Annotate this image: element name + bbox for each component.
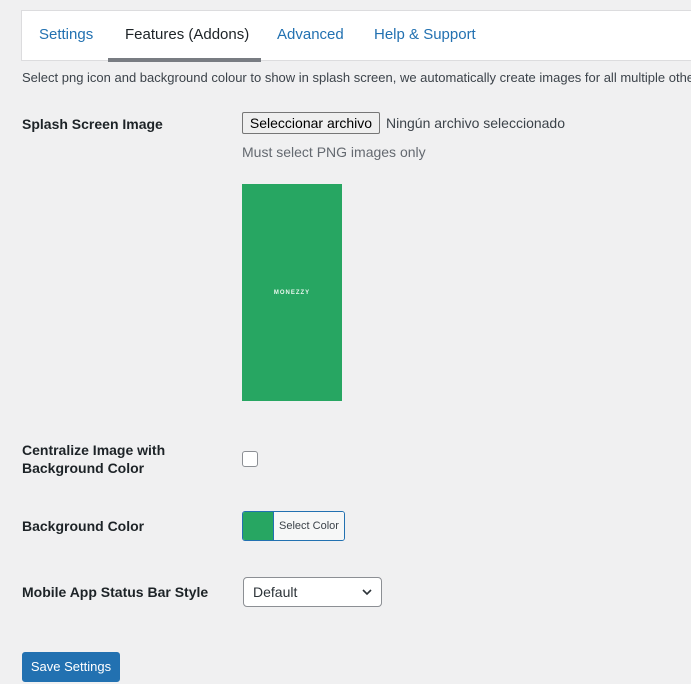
file-status-text: Ningún archivo seleccionado xyxy=(386,115,565,131)
centralize-image-checkbox[interactable] xyxy=(242,451,258,467)
centralize-label-line1: Centralize Image with xyxy=(22,442,166,458)
splash-preview-image: MONEZZY xyxy=(242,184,342,401)
status-bar-selected-value: Default xyxy=(253,584,298,600)
centralize-label-line2: Background Color xyxy=(22,460,145,476)
tab-features-addons[interactable]: Features (Addons) xyxy=(125,11,249,61)
png-hint-text: Must select PNG images only xyxy=(242,144,426,160)
color-swatch[interactable] xyxy=(243,512,274,540)
tab-advanced[interactable]: Advanced xyxy=(277,11,344,61)
active-tab-indicator xyxy=(108,58,261,62)
status-bar-style-label: Mobile App Status Bar Style xyxy=(22,584,209,600)
tab-help-support[interactable]: Help & Support xyxy=(374,11,476,61)
choose-file-button[interactable]: Seleccionar archivo xyxy=(242,112,380,134)
chevron-down-icon xyxy=(362,589,372,596)
tab-settings[interactable]: Settings xyxy=(39,11,93,61)
centralize-image-label: Centralize Image with Background Color xyxy=(22,441,165,477)
background-color-label: Background Color xyxy=(22,518,145,534)
background-color-picker[interactable]: Select Color xyxy=(242,511,345,541)
select-color-button[interactable]: Select Color xyxy=(274,512,344,540)
save-settings-button[interactable]: Save Settings xyxy=(22,652,120,682)
settings-tab-bar: Settings Features (Addons) Advanced Help… xyxy=(21,10,691,62)
preview-logo-text: MONEZZY xyxy=(273,289,311,296)
status-bar-style-select[interactable]: Default xyxy=(243,577,382,607)
intro-description: Select png icon and background colour to… xyxy=(22,70,691,85)
splash-screen-label: Splash Screen Image xyxy=(22,116,163,132)
